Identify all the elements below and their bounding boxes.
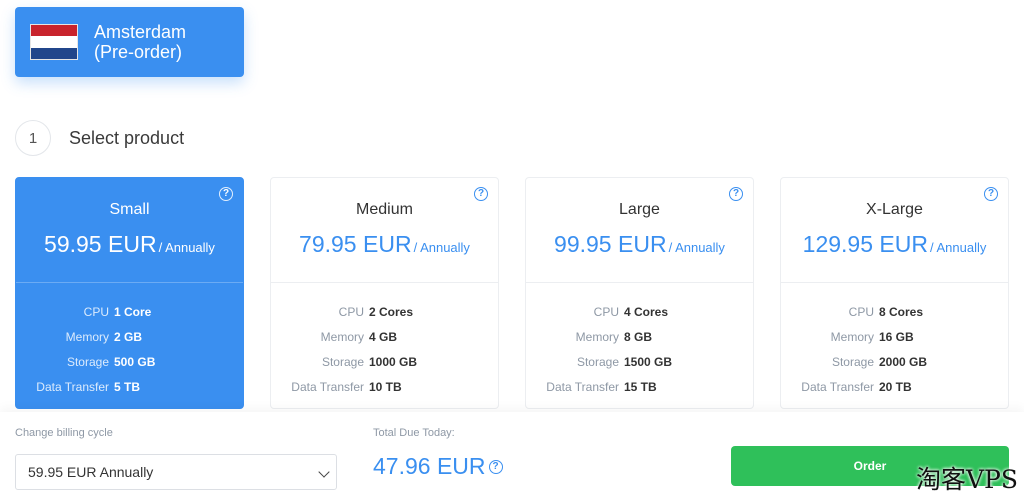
spec-row: Memory 16 GB: [781, 324, 1008, 349]
order-summary-bar: Change billing cycle 59.95 EUR Annually …: [0, 412, 1024, 498]
spec-key: Memory: [320, 329, 364, 344]
billing-cycle-label: Change billing cycle: [15, 427, 113, 439]
product-card-medium[interactable]: ? Medium 79.95 EUR / Annually CPU 2 Cores …: [270, 177, 499, 409]
spec-key: Data Transfer: [36, 379, 109, 394]
netherlands-flag-icon: [30, 24, 78, 60]
spec-value: 5 TB: [114, 379, 141, 394]
product-cards: ? Small 59.95 EUR / Annually CPU 1 Core Me…: [15, 177, 1010, 409]
spec-value: 8 GB: [624, 329, 653, 344]
spec-key: Storage: [66, 354, 109, 369]
step-header: 1 Select product: [15, 120, 184, 156]
product-name: Small: [109, 201, 150, 218]
question-circle-icon[interactable]: ?: [984, 187, 998, 201]
spec-row: Memory 2 GB: [16, 324, 243, 349]
question-circle-icon[interactable]: ?: [729, 187, 743, 201]
card-divider: [781, 282, 1008, 283]
product-name: X-Large: [866, 201, 923, 218]
spec-value: 20 TB: [879, 379, 912, 394]
product-specs: CPU 2 Cores Memory 4 GB Storage 1000 GB Dat…: [271, 299, 498, 399]
spec-value: 1000 GB: [369, 354, 418, 369]
product-price: 99.95 EUR: [554, 231, 667, 257]
location-label: Amsterdam (Pre-order): [94, 22, 186, 62]
product-price: 79.95 EUR: [299, 231, 412, 257]
spec-row: Memory 8 GB: [526, 324, 753, 349]
spec-value: 2 GB: [114, 329, 143, 344]
product-card-large[interactable]: ? Large 99.95 EUR / Annually CPU 4 Cores M…: [525, 177, 754, 409]
spec-value: 15 TB: [624, 379, 657, 394]
spec-row: Data Transfer 10 TB: [271, 374, 498, 399]
location-subtitle: (Pre-order): [94, 42, 183, 62]
spec-value: 8 Cores: [879, 304, 924, 319]
product-price: 129.95 EUR: [802, 231, 928, 257]
product-cycle: / Annually: [929, 240, 987, 255]
product-cycle: / Annually: [413, 240, 470, 255]
product-name: Large: [619, 201, 660, 218]
product-cycle: / Annually: [668, 240, 725, 255]
spec-key: CPU: [593, 304, 619, 319]
spec-value: 2 Cores: [369, 304, 414, 319]
spec-row: Storage 1500 GB: [526, 349, 753, 374]
question-circle-icon[interactable]: ?: [219, 187, 233, 201]
spec-value: 1 Core: [114, 304, 152, 319]
spec-key: Data Transfer: [291, 379, 364, 394]
billing-cycle-value: 59.95 EUR Annually: [28, 464, 154, 480]
spec-key: CPU: [848, 304, 874, 319]
spec-value: 1500 GB: [624, 354, 673, 369]
spec-row: CPU 8 Cores: [781, 299, 1008, 324]
card-divider: [16, 282, 243, 283]
spec-key: CPU: [83, 304, 109, 319]
product-price-row: 99.95 EUR / Annually: [526, 231, 753, 258]
spec-value: 500 GB: [114, 354, 156, 369]
card-divider: [526, 282, 753, 283]
spec-row: CPU 4 Cores: [526, 299, 753, 324]
product-specs: CPU 4 Cores Memory 8 GB Storage 1500 GB Dat…: [526, 299, 753, 399]
spec-value: 4 GB: [369, 329, 398, 344]
spec-value: 10 TB: [369, 379, 402, 394]
spec-key: Memory: [575, 329, 619, 344]
question-circle-icon[interactable]: ?: [488, 459, 503, 474]
product-price-row: 79.95 EUR / Annually: [271, 231, 498, 258]
spec-row: Storage 1000 GB: [271, 349, 498, 374]
product-specs: CPU 1 Core Memory 2 GB Storage 500 GB Data …: [16, 299, 243, 399]
spec-value: 16 GB: [879, 329, 914, 344]
spec-key: Memory: [65, 329, 109, 344]
product-price-row: 59.95 EUR / Annually: [16, 231, 243, 258]
total-due-row: 47.96 EUR ?: [373, 453, 503, 480]
spec-key: Data Transfer: [546, 379, 619, 394]
spec-key: CPU: [338, 304, 364, 319]
spec-row: Storage 500 GB: [16, 349, 243, 374]
step-number: 1: [15, 120, 51, 156]
spec-row: CPU 1 Core: [16, 299, 243, 324]
product-price-row: 129.95 EUR / Annually: [781, 231, 1008, 258]
product-price: 59.95 EUR: [44, 231, 157, 257]
spec-key: Storage: [576, 354, 619, 369]
spec-row: Memory 4 GB: [271, 324, 498, 349]
product-name: Medium: [356, 201, 413, 218]
spec-key: Data Transfer: [801, 379, 874, 394]
product-card-x-large[interactable]: ? X-Large 129.95 EUR / Annually CPU 8 Core…: [780, 177, 1009, 409]
spec-key: Storage: [321, 354, 364, 369]
spec-row: CPU 2 Cores: [271, 299, 498, 324]
spec-key: Memory: [830, 329, 874, 344]
step-title: Select product: [69, 127, 185, 148]
location-button-amsterdam[interactable]: Amsterdam (Pre-order): [15, 7, 244, 77]
question-circle-icon[interactable]: ?: [474, 187, 488, 201]
product-cycle: / Annually: [158, 240, 215, 255]
spec-row: Data Transfer 20 TB: [781, 374, 1008, 399]
chevron-down-icon: [318, 466, 330, 478]
product-card-small[interactable]: ? Small 59.95 EUR / Annually CPU 1 Core Me…: [15, 177, 244, 409]
location-name: Amsterdam: [94, 22, 187, 42]
spec-value: 4 Cores: [624, 304, 669, 319]
spec-row: Data Transfer 5 TB: [16, 374, 243, 399]
billing-cycle-select[interactable]: 59.95 EUR Annually: [15, 454, 337, 490]
watermark-text: 淘客VPS: [915, 465, 1018, 494]
total-due-value: 47.96 EUR: [373, 453, 486, 479]
card-divider: [271, 282, 498, 283]
product-specs: CPU 8 Cores Memory 16 GB Storage 2000 GB Da…: [781, 299, 1008, 399]
spec-row: Storage 2000 GB: [781, 349, 1008, 374]
total-due-label: Total Due Today:: [373, 427, 455, 439]
spec-row: Data Transfer 15 TB: [526, 374, 753, 399]
spec-key: Storage: [831, 354, 874, 369]
spec-value: 2000 GB: [879, 354, 928, 369]
